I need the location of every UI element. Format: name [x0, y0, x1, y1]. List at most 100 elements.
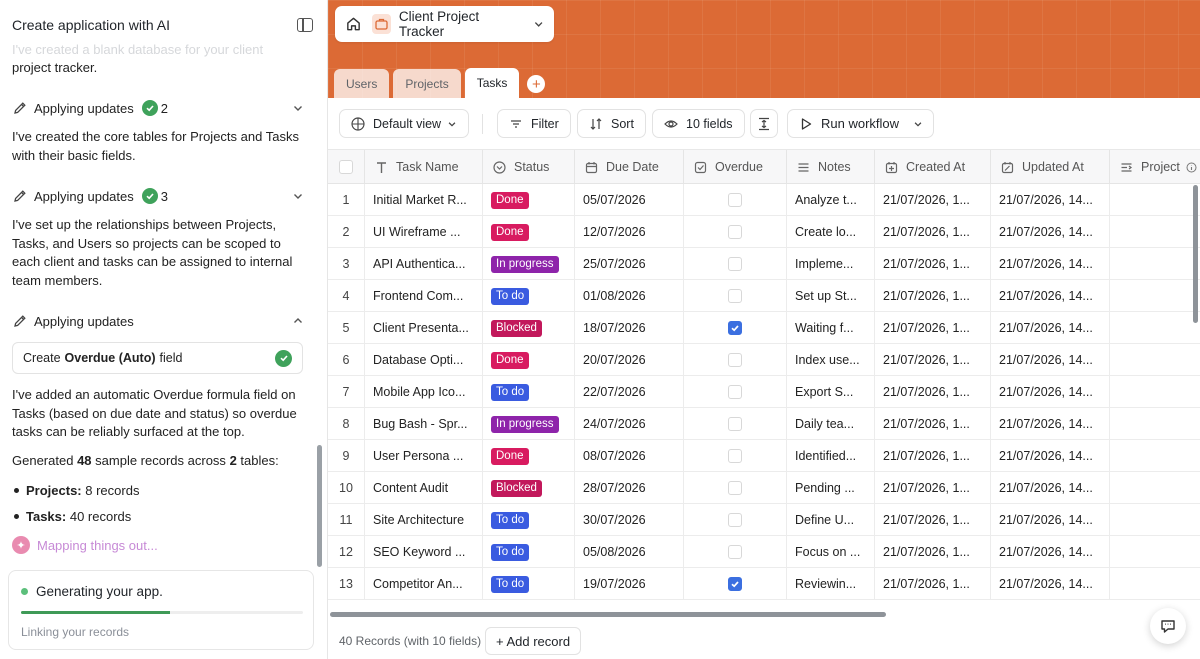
row-number[interactable]: 4 — [328, 280, 365, 312]
row-number[interactable]: 7 — [328, 376, 365, 408]
project-cell[interactable] — [1110, 344, 1200, 376]
table-row[interactable]: 10 Content Audit Blocked 28/07/2026 Pending … — [328, 472, 1200, 504]
overdue-cell[interactable] — [684, 184, 787, 216]
row-number[interactable]: 10 — [328, 472, 365, 504]
status-cell[interactable]: Done — [483, 440, 575, 472]
table-row[interactable]: 9 User Persona ... Done 08/07/2026 Identifie… — [328, 440, 1200, 472]
app-switcher[interactable]: Client Project Tracker — [335, 6, 554, 42]
status-cell[interactable]: To do — [483, 536, 575, 568]
filter-button[interactable]: Filter — [497, 109, 571, 138]
sidebar-toggle-icon[interactable] — [297, 18, 313, 32]
column-header-task-name[interactable]: Task Name — [365, 150, 483, 184]
notes-cell[interactable]: Identified... — [787, 440, 875, 472]
task-name-cell[interactable]: Bug Bash - Spr... — [365, 408, 483, 440]
project-cell[interactable] — [1110, 408, 1200, 440]
overdue-cell[interactable] — [684, 344, 787, 376]
overdue-cell[interactable] — [684, 504, 787, 536]
notes-cell[interactable]: Analyze t... — [787, 184, 875, 216]
tab-tasks[interactable]: Tasks — [464, 68, 520, 98]
due-date-cell[interactable]: 28/07/2026 — [575, 472, 684, 504]
overdue-cell[interactable] — [684, 376, 787, 408]
updated-at-cell[interactable]: 21/07/2026, 14... — [991, 408, 1110, 440]
task-name-cell[interactable]: Mobile App Ico... — [365, 376, 483, 408]
updated-at-cell[interactable]: 21/07/2026, 14... — [991, 216, 1110, 248]
updated-at-cell[interactable]: 21/07/2026, 14... — [991, 440, 1110, 472]
overdue-cell[interactable] — [684, 408, 787, 440]
overdue-cell[interactable] — [684, 312, 787, 344]
notes-cell[interactable]: Index use... — [787, 344, 875, 376]
status-cell[interactable]: In progress — [483, 248, 575, 280]
table-row[interactable]: 3 API Authentica... In progress 25/07/2026 I… — [328, 248, 1200, 280]
updated-at-cell[interactable]: 21/07/2026, 14... — [991, 376, 1110, 408]
sort-button[interactable]: Sort — [577, 109, 646, 138]
table-row[interactable]: 13 Competitor An... To do 19/07/2026 Reviewi… — [328, 568, 1200, 600]
due-date-cell[interactable]: 18/07/2026 — [575, 312, 684, 344]
row-number[interactable]: 2 — [328, 216, 365, 248]
updated-at-cell[interactable]: 21/07/2026, 14... — [991, 184, 1110, 216]
notes-cell[interactable]: Focus on ... — [787, 536, 875, 568]
row-number[interactable]: 12 — [328, 536, 365, 568]
run-workflow-button[interactable]: Run workflow — [787, 109, 935, 138]
row-number[interactable]: 6 — [328, 344, 365, 376]
due-date-cell[interactable]: 08/07/2026 — [575, 440, 684, 472]
column-header-status[interactable]: Status — [483, 150, 575, 184]
home-icon[interactable] — [345, 15, 362, 33]
overdue-cell[interactable] — [684, 536, 787, 568]
created-at-cell[interactable]: 21/07/2026, 1... — [875, 312, 991, 344]
row-number[interactable]: 11 — [328, 504, 365, 536]
project-cell[interactable] — [1110, 376, 1200, 408]
created-at-cell[interactable]: 21/07/2026, 1... — [875, 472, 991, 504]
notes-cell[interactable]: Pending ... — [787, 472, 875, 504]
task-name-cell[interactable]: SEO Keyword ... — [365, 536, 483, 568]
update-row[interactable]: Applying updates 2 — [12, 97, 304, 119]
row-number[interactable]: 8 — [328, 408, 365, 440]
project-cell[interactable] — [1110, 216, 1200, 248]
overdue-cell[interactable] — [684, 216, 787, 248]
overdue-cell[interactable] — [684, 568, 787, 600]
task-name-cell[interactable]: Frontend Com... — [365, 280, 483, 312]
table-row[interactable]: 2 UI Wireframe ... Done 12/07/2026 Create lo… — [328, 216, 1200, 248]
table-row[interactable]: 1 Initial Market R... Done 05/07/2026 Analyz… — [328, 184, 1200, 216]
task-name-cell[interactable]: Site Architecture — [365, 504, 483, 536]
chevron-down-icon[interactable] — [292, 190, 304, 202]
horizontal-scrollbar[interactable] — [330, 612, 886, 617]
due-date-cell[interactable]: 12/07/2026 — [575, 216, 684, 248]
notes-cell[interactable]: Waiting f... — [787, 312, 875, 344]
due-date-cell[interactable]: 22/07/2026 — [575, 376, 684, 408]
chevron-up-icon[interactable] — [292, 315, 304, 327]
row-number[interactable]: 13 — [328, 568, 365, 600]
tab-users[interactable]: Users — [334, 69, 390, 98]
task-name-cell[interactable]: Client Presenta... — [365, 312, 483, 344]
notes-cell[interactable]: Set up St... — [787, 280, 875, 312]
table-row[interactable]: 7 Mobile App Ico... To do 22/07/2026 Export … — [328, 376, 1200, 408]
project-cell[interactable] — [1110, 248, 1200, 280]
status-cell[interactable]: To do — [483, 504, 575, 536]
updated-at-cell[interactable]: 21/07/2026, 14... — [991, 472, 1110, 504]
project-cell[interactable] — [1110, 440, 1200, 472]
row-height-button[interactable] — [750, 109, 778, 138]
overdue-cell[interactable] — [684, 248, 787, 280]
project-cell[interactable] — [1110, 568, 1200, 600]
vertical-scrollbar[interactable] — [1193, 185, 1198, 323]
task-name-cell[interactable]: Competitor An... — [365, 568, 483, 600]
updated-at-cell[interactable]: 21/07/2026, 14... — [991, 504, 1110, 536]
row-number[interactable]: 1 — [328, 184, 365, 216]
created-at-cell[interactable]: 21/07/2026, 1... — [875, 280, 991, 312]
created-at-cell[interactable]: 21/07/2026, 1... — [875, 248, 991, 280]
overdue-cell[interactable] — [684, 280, 787, 312]
row-number[interactable]: 9 — [328, 440, 365, 472]
row-number[interactable]: 5 — [328, 312, 365, 344]
due-date-cell[interactable]: 20/07/2026 — [575, 344, 684, 376]
due-date-cell[interactable]: 19/07/2026 — [575, 568, 684, 600]
created-at-cell[interactable]: 21/07/2026, 1... — [875, 504, 991, 536]
updated-at-cell[interactable]: 21/07/2026, 14... — [991, 568, 1110, 600]
due-date-cell[interactable]: 24/07/2026 — [575, 408, 684, 440]
tab-projects[interactable]: Projects — [393, 69, 461, 98]
notes-cell[interactable]: Daily tea... — [787, 408, 875, 440]
info-icon[interactable] — [1186, 162, 1197, 173]
created-at-cell[interactable]: 21/07/2026, 1... — [875, 344, 991, 376]
column-header-notes[interactable]: Notes — [787, 150, 875, 184]
status-cell[interactable]: Done — [483, 344, 575, 376]
overdue-cell[interactable] — [684, 440, 787, 472]
status-cell[interactable]: Blocked — [483, 472, 575, 504]
